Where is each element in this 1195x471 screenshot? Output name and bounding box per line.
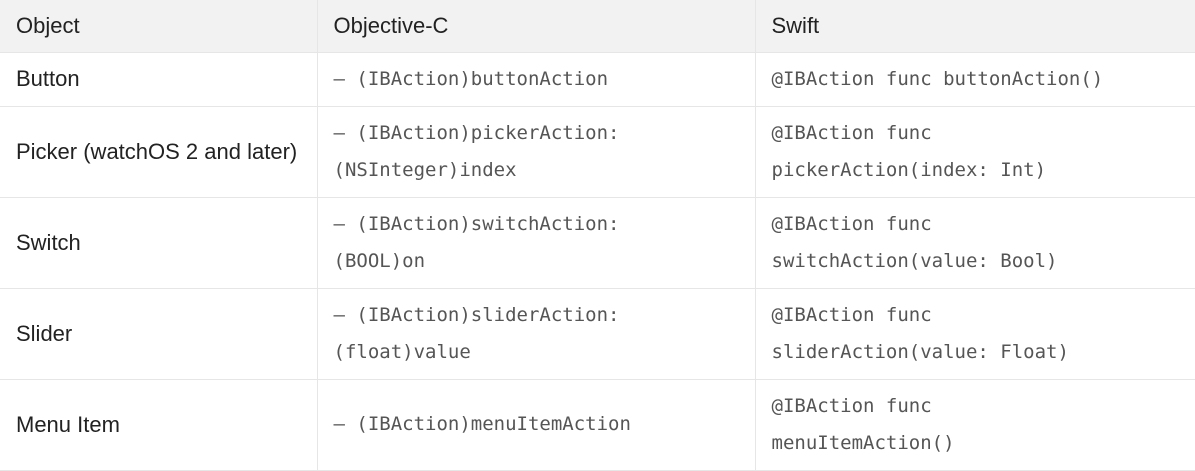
code-line: – (IBAction)pickerAction: [333, 121, 620, 144]
cell-swift: @IBAction func menuItemAction() [755, 379, 1195, 471]
code-line: (float)value [333, 340, 471, 363]
header-object: Object [0, 0, 318, 53]
code-line: sliderAction(value: Float) [771, 340, 1069, 363]
cell-swift: @IBAction func buttonAction() [755, 52, 1195, 107]
table-row: Picker (watchOS 2 and later) – (IBAction… [0, 106, 1195, 198]
cell-object: Button [0, 52, 318, 107]
code-line: (BOOL)on [333, 249, 426, 272]
code-line: menuItemAction() [771, 431, 955, 454]
code-line: – (IBAction)sliderAction: [333, 303, 620, 326]
page: Object Objective-C Swift Button – (IBAct… [0, 0, 1195, 471]
cell-object: Picker (watchOS 2 and later) [0, 106, 318, 198]
cell-objective-c: – (IBAction)buttonAction [317, 52, 756, 107]
cell-object: Menu Item [0, 379, 318, 471]
code-line: @IBAction func [771, 212, 932, 235]
code-line: @IBAction func [771, 303, 932, 326]
table-row: Switch – (IBAction)switchAction: (BOOL)o… [0, 197, 1195, 289]
table-row: Slider – (IBAction)sliderAction: (float)… [0, 288, 1195, 380]
code-line: – (IBAction)menuItemAction [333, 413, 631, 435]
header-swift: Swift [755, 0, 1195, 53]
action-method-table: Object Objective-C Swift Button – (IBAct… [0, 0, 1195, 471]
cell-objective-c: – (IBAction)sliderAction: (float)value [317, 288, 756, 380]
header-objective-c: Objective-C [317, 0, 756, 53]
code-line: @IBAction func [771, 121, 932, 144]
code-line: @IBAction func [771, 394, 932, 417]
cell-swift: @IBAction func switchAction(value: Bool) [755, 197, 1195, 289]
cell-object: Slider [0, 288, 318, 380]
code-line: @IBAction func buttonAction() [771, 67, 1104, 90]
cell-swift: @IBAction func sliderAction(value: Float… [755, 288, 1195, 380]
cell-objective-c: – (IBAction)pickerAction: (NSInteger)ind… [317, 106, 756, 198]
code-line: pickerAction(index: Int) [771, 158, 1047, 181]
cell-object: Switch [0, 197, 318, 289]
cell-objective-c: – (IBAction)menuItemAction [317, 379, 756, 471]
table-header: Object Objective-C Swift [0, 0, 1195, 53]
code-line: – (IBAction)switchAction: [333, 212, 620, 235]
code-line: switchAction(value: Bool) [771, 249, 1058, 272]
table-row: Button – (IBAction)buttonAction @IBActio… [0, 52, 1195, 107]
cell-swift: @IBAction func pickerAction(index: Int) [755, 106, 1195, 198]
header-row: Object Objective-C Swift [0, 0, 1195, 53]
code-line: – (IBAction)buttonAction [333, 67, 609, 90]
table-row: Menu Item – (IBAction)menuItemAction @IB… [0, 379, 1195, 471]
code-line: (NSInteger)index [333, 158, 517, 181]
cell-objective-c: – (IBAction)switchAction: (BOOL)on [317, 197, 756, 289]
table-body: Button – (IBAction)buttonAction @IBActio… [0, 52, 1195, 471]
